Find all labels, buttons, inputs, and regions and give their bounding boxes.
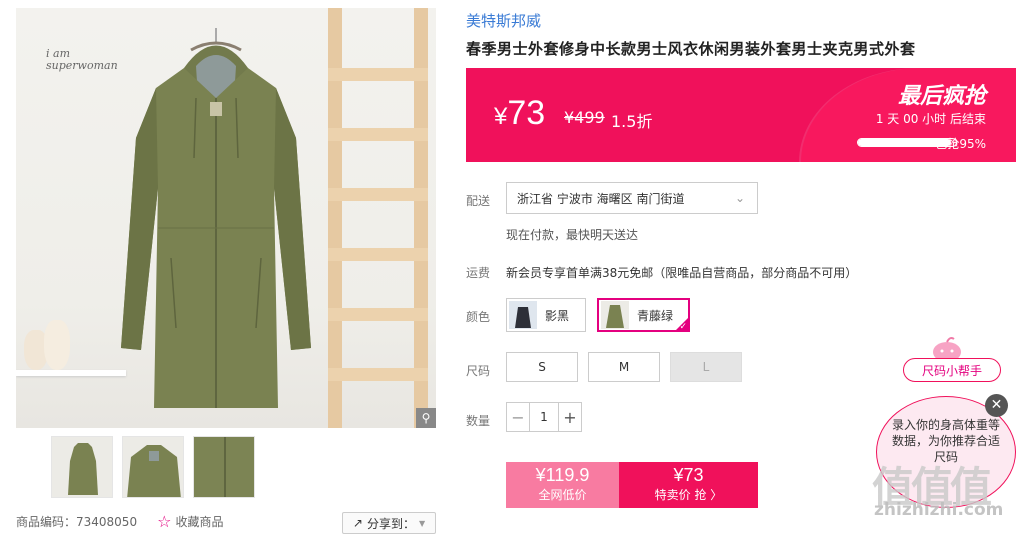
watermark-url: zhizhizhi.com xyxy=(874,500,1004,520)
thumbnail-front[interactable] xyxy=(51,436,113,498)
vase xyxy=(44,320,70,370)
size-helper-button[interactable]: 尺码小帮手 xyxy=(903,358,1001,382)
color-swatch-black xyxy=(509,301,537,329)
size-option-s[interactable]: S xyxy=(506,352,578,382)
favorite-button[interactable]: ☆ 收藏商品 xyxy=(157,512,223,531)
thumbnail-strip xyxy=(51,436,255,498)
quantity-minus-button[interactable]: − xyxy=(507,403,529,431)
countdown-timer: 1 天 00 小时 后结束 xyxy=(875,112,986,126)
ladder-rung xyxy=(328,308,428,321)
discount-rate: 1.5折 xyxy=(611,112,653,131)
buy-at-market-price-button[interactable]: ¥119.9 全网低价 xyxy=(506,462,619,508)
favorite-label: 收藏商品 xyxy=(175,515,224,529)
shipping-label: 运费 xyxy=(466,266,491,280)
color-option-label: 影黑 xyxy=(545,308,570,323)
share-label: 分享到： xyxy=(366,516,415,531)
flash-price: ¥73 xyxy=(673,465,704,485)
quantity-stepper: − 1 + xyxy=(506,402,582,432)
delivery-note: 现在付款，最快明天送达 xyxy=(506,228,639,242)
size-label: 尺码 xyxy=(466,364,491,378)
original-price: ¥499 xyxy=(564,108,605,127)
color-option-green[interactable]: 青藤绿 ✓ xyxy=(597,298,690,332)
ladder-rung xyxy=(328,128,428,141)
buy-flash-sale-button[interactable]: ¥73 特卖价 抢 〉 xyxy=(619,462,758,508)
brand-link[interactable]: 美特斯邦威 xyxy=(466,10,541,31)
ladder-rung xyxy=(328,188,428,201)
sale-price: ¥73 xyxy=(494,94,546,132)
product-title: 春季男士外套修身中长款男士风衣休闲男装外套男士夹克男式外套 xyxy=(466,40,916,58)
flash-sale-title: 最后疯抢 xyxy=(897,84,986,109)
check-icon: ✓ xyxy=(679,322,687,332)
chevron-down-icon: ▼ xyxy=(418,518,426,528)
share-icon: ↗ xyxy=(352,516,363,530)
ladder-rung xyxy=(328,368,428,381)
market-price: ¥119.9 xyxy=(535,465,590,485)
size-option-m[interactable]: M xyxy=(588,352,660,382)
color-option-black[interactable]: 影黑 xyxy=(506,298,586,332)
thumbnail-fabric[interactable] xyxy=(193,436,255,498)
shipping-text: 新会员专享首单满38元免邮（限唯品自营商品，部分商品不可用） xyxy=(506,266,858,280)
share-button[interactable]: ↗ 分享到： ▼ xyxy=(342,512,436,534)
address-select[interactable]: 浙江省 宁波市 海曙区 南门街道 ⌄ xyxy=(506,182,758,214)
product-code: 商品编码：73408050 xyxy=(16,515,138,529)
ladder-rung xyxy=(328,248,428,261)
color-option-label: 青藤绿 xyxy=(637,308,674,323)
address-value: 浙江省 宁波市 海曙区 南门街道 xyxy=(517,191,685,206)
flash-sale-banner: ¥73 ¥499 1.5折 最后疯抢 1 天 00 小时 后结束 已抢95% xyxy=(466,68,1016,162)
close-icon[interactable]: ✕ xyxy=(985,394,1008,417)
ladder-rung xyxy=(328,68,428,81)
delivery-label: 配送 xyxy=(466,194,491,208)
size-option-l: L xyxy=(670,352,742,382)
color-swatch-green xyxy=(601,301,629,329)
quantity-label: 数量 xyxy=(466,414,491,428)
thumbnail-detail[interactable] xyxy=(122,436,184,498)
product-main-image[interactable]: i am superwoman ⚲ xyxy=(16,8,436,428)
quantity-plus-button[interactable]: + xyxy=(559,403,581,431)
coat-illustration xyxy=(121,28,311,408)
color-label: 颜色 xyxy=(466,310,491,324)
flash-price-label: 特卖价 抢 〉 xyxy=(654,488,723,502)
quantity-input[interactable]: 1 xyxy=(529,403,559,431)
chevron-down-icon: ⌄ xyxy=(734,191,745,205)
magnifier-icon[interactable]: ⚲ xyxy=(416,408,436,428)
product-meta: 商品编码：73408050 ☆ 收藏商品 xyxy=(16,512,223,531)
market-price-label: 全网低价 xyxy=(538,488,587,502)
star-icon: ☆ xyxy=(157,512,172,531)
sold-percent-label: 已抢95% xyxy=(935,137,986,151)
